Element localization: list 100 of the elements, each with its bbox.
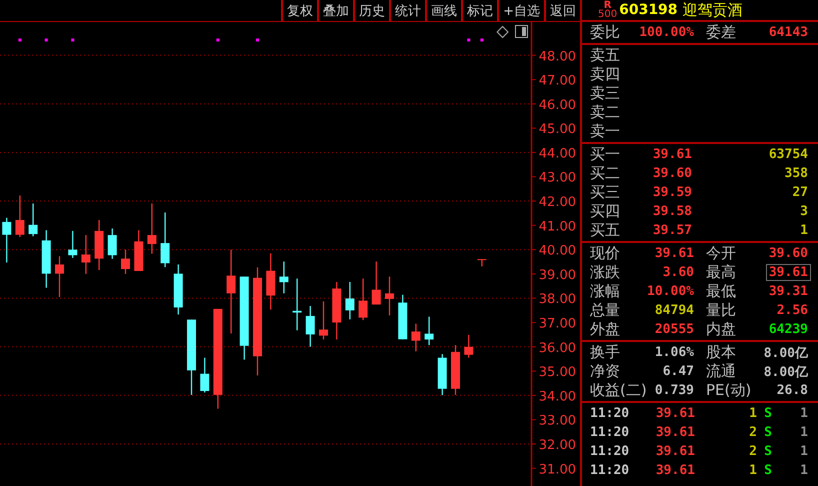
field-label: 最低 — [706, 282, 736, 301]
axis-label: 37.00 — [538, 316, 576, 332]
candlestick — [160, 212, 170, 268]
field-value: 39.31 — [768, 284, 808, 299]
ask-label: 卖五 — [590, 46, 621, 65]
ask-label: 卖二 — [590, 103, 621, 122]
candlestick — [358, 278, 368, 320]
candlestick — [81, 235, 90, 274]
field-label: 总量 — [590, 301, 620, 320]
field-value: 0.739 — [654, 383, 694, 398]
candlestick — [306, 306, 315, 347]
trade-price: 39.61 — [654, 444, 695, 459]
candlestick — [200, 358, 210, 392]
candlestick — [451, 345, 460, 395]
trade-time: 11:20 — [590, 444, 630, 459]
stock-name: 迎驾贡酒 — [682, 0, 743, 20]
bid-price: 39.59 — [652, 185, 692, 200]
axis-label: 46.00 — [538, 98, 576, 113]
axis-label: 40.00 — [538, 244, 576, 259]
stock-code: 603198 — [619, 2, 678, 18]
field-label: 委差 — [706, 23, 736, 42]
axis-label: 33.00 — [538, 414, 576, 429]
field-value: 10.00% — [647, 284, 694, 299]
candlestick — [345, 282, 354, 320]
field-label: 收益(二) — [590, 381, 647, 400]
ask-label: 卖一 — [590, 122, 621, 141]
event-marker — [480, 38, 484, 42]
trade-volume: 1 — [748, 463, 757, 478]
field-value: 8.00亿 — [764, 364, 808, 380]
axis-label: 36.00 — [538, 340, 576, 356]
field-label: PE(动) — [706, 381, 752, 400]
trade-time: 11:20 — [590, 425, 630, 440]
axis-label: 31.00 — [538, 462, 576, 478]
field-label: 换手 — [590, 343, 620, 362]
axis-label: 32.00 — [538, 438, 576, 453]
bid-label: 买一 — [590, 145, 621, 164]
candlestick — [174, 264, 183, 314]
field-value: 39.60 — [768, 246, 808, 261]
trade-count: 1 — [799, 444, 808, 459]
field-value: 1.06% — [654, 345, 694, 360]
trade-side: S — [763, 406, 773, 421]
candlestick — [398, 294, 408, 340]
trade-price: 39.61 — [654, 463, 695, 478]
bid-price: 39.61 — [652, 147, 692, 162]
candlestick — [68, 230, 78, 258]
candlestick — [438, 354, 447, 396]
field-value: 64239 — [768, 322, 808, 337]
field-value: 84794 — [654, 303, 694, 318]
candlestick — [477, 259, 486, 266]
trade-price: 39.61 — [654, 406, 695, 421]
axis-label: 44.00 — [538, 146, 576, 162]
bid-label: 买二 — [590, 164, 621, 183]
field-label: 外盘 — [590, 320, 620, 339]
field-label: 涨跌 — [590, 263, 620, 282]
trade-time: 11:20 — [590, 463, 630, 478]
axis-label: 35.00 — [538, 365, 576, 380]
field-value: 2.56 — [776, 303, 808, 318]
field-value: 100.00% — [639, 25, 694, 40]
candlestick — [42, 230, 51, 288]
field-value: 64143 — [768, 25, 808, 40]
candlestick — [15, 195, 24, 237]
candlestick — [94, 220, 104, 270]
candlestick — [319, 301, 328, 340]
event-marker — [71, 38, 74, 42]
event-marker — [216, 38, 220, 42]
candlestick — [121, 250, 130, 274]
bid-label: 买三 — [590, 183, 621, 202]
trade-volume: 1 — [748, 406, 757, 421]
field-value: 39.61 — [654, 246, 694, 261]
bid-label: 买四 — [590, 202, 621, 221]
bid-volume: 1 — [799, 223, 808, 238]
axis-label: 45.00 — [538, 122, 576, 138]
field-label: 净资 — [590, 362, 620, 381]
field-label: 量比 — [706, 301, 736, 320]
diamond-icon[interactable] — [496, 26, 509, 38]
bid-price: 39.60 — [652, 166, 692, 181]
trade-time: 11:20 — [590, 406, 630, 421]
field-value: 6.47 — [662, 364, 694, 379]
trade-volume: 2 — [748, 425, 757, 440]
trade-side: S — [763, 444, 773, 459]
bid-volume: 63754 — [768, 147, 808, 162]
candlestick — [147, 203, 156, 254]
field-label: 内盘 — [706, 320, 736, 339]
field-value: 3.60 — [662, 265, 694, 280]
axis-label: 34.00 — [538, 389, 576, 404]
panel-toggle-icon[interactable] — [515, 25, 528, 38]
field-value: 39.61 — [766, 264, 811, 281]
trade-count: 1 — [799, 463, 808, 478]
bid-price: 39.58 — [652, 204, 692, 219]
candlestick — [464, 334, 474, 358]
bid-price: 39.57 — [652, 223, 692, 238]
field-label: 最高 — [706, 263, 736, 282]
bid-volume: 358 — [784, 166, 808, 181]
axis-label: 48.00 — [538, 49, 576, 64]
event-marker — [44, 38, 48, 42]
candlestick — [385, 276, 394, 316]
trade-count: 1 — [799, 425, 808, 440]
field-label: 流通 — [706, 362, 736, 381]
candlestick — [279, 262, 288, 294]
axis-label: 41.00 — [538, 219, 576, 234]
